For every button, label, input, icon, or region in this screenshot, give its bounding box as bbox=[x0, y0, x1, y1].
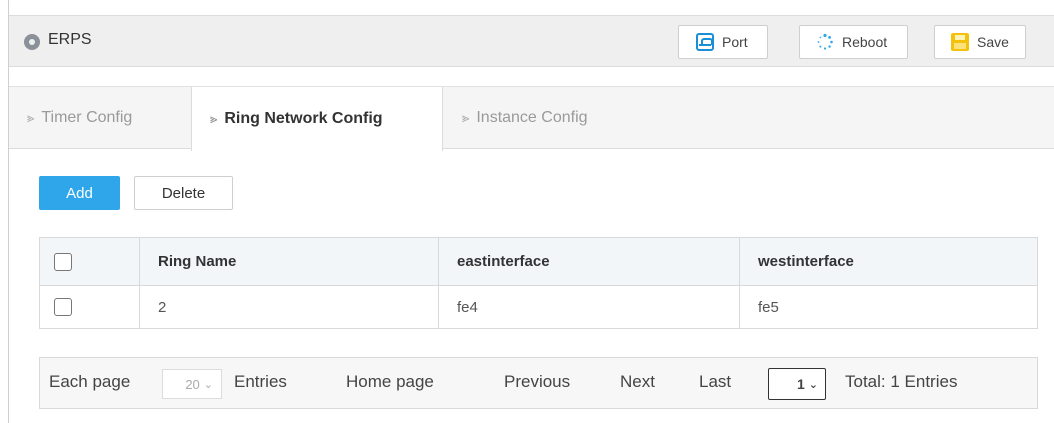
chevron-down-icon: ⌄ bbox=[808, 378, 818, 391]
port-button[interactable]: Port bbox=[678, 25, 768, 59]
location-pin-icon bbox=[24, 34, 40, 50]
port-button-label: Port bbox=[722, 34, 748, 50]
entries-label: Entries bbox=[234, 372, 287, 391]
column-header-westinterface[interactable]: westinterface bbox=[739, 237, 1038, 286]
page-number-value: 1 bbox=[796, 376, 805, 392]
chevron-right-icon: ⪢ bbox=[210, 111, 218, 126]
chevron-down-icon: ⌄ bbox=[203, 378, 213, 391]
home-page-link[interactable]: Home page bbox=[346, 372, 434, 392]
save-button[interactable]: Save bbox=[934, 25, 1026, 59]
select-all-cell bbox=[39, 237, 140, 286]
reboot-button-label: Reboot bbox=[842, 34, 888, 50]
cell-westinterface: fe5 bbox=[739, 285, 1038, 329]
page-title: ERPS bbox=[48, 31, 92, 48]
save-button-label: Save bbox=[977, 34, 1009, 50]
total-entries-label: Total: 1 Entries bbox=[845, 372, 958, 391]
page-size-select[interactable]: 20 ⌄ bbox=[162, 369, 222, 399]
page-size-value: 20 bbox=[185, 376, 200, 392]
delete-button[interactable]: Delete bbox=[134, 176, 233, 210]
config-tabs: ⪢ Timer Config ⪢ Ring Network Config ⪢ I… bbox=[9, 86, 1054, 151]
cell-ring-name: 2 bbox=[139, 285, 439, 329]
each-page-label: Each page bbox=[49, 372, 131, 391]
table-header-row: Ring Name eastinterface westinterface bbox=[39, 237, 1038, 286]
previous-link[interactable]: Previous bbox=[504, 372, 570, 392]
chevron-right-icon: ⪢ bbox=[462, 110, 470, 125]
reboot-spinner-icon bbox=[816, 33, 834, 51]
cell-eastinterface: fe4 bbox=[438, 285, 740, 329]
tab-label: Instance Config bbox=[476, 109, 588, 126]
panel-header: ERPS Port Reboot Save bbox=[9, 15, 1054, 67]
select-all-checkbox[interactable] bbox=[54, 252, 72, 271]
page-number-select[interactable]: 1 ⌄ bbox=[768, 368, 826, 400]
add-button[interactable]: Add bbox=[39, 176, 120, 210]
tab-ring-network-config[interactable]: ⪢ Ring Network Config bbox=[191, 87, 443, 151]
table-row[interactable]: 2 fe4 fe5 bbox=[39, 285, 1038, 329]
row-select-cell bbox=[39, 285, 140, 329]
tab-timer-config[interactable]: ⪢ Timer Config bbox=[9, 87, 187, 149]
tab-label: Ring Network Config bbox=[224, 110, 383, 127]
last-link[interactable]: Last bbox=[699, 372, 731, 392]
tab-instance-config[interactable]: ⪢ Instance Config bbox=[444, 87, 644, 149]
erps-panel: ERPS Port Reboot Save ⪢ Timer Config ⪢ R… bbox=[8, 0, 1054, 423]
row-checkbox[interactable] bbox=[54, 298, 72, 317]
pagination-bar: Each page 20 ⌄ Entries Home page Previou… bbox=[39, 357, 1038, 409]
tab-label: Timer Config bbox=[41, 109, 133, 126]
save-icon bbox=[951, 33, 969, 51]
next-link[interactable]: Next bbox=[620, 372, 655, 392]
chevron-right-icon: ⪢ bbox=[27, 110, 35, 125]
column-header-eastinterface[interactable]: eastinterface bbox=[438, 237, 740, 286]
column-header-ring-name[interactable]: Ring Name bbox=[139, 237, 439, 286]
reboot-button[interactable]: Reboot bbox=[799, 25, 908, 59]
ring-table: Ring Name eastinterface westinterface 2 … bbox=[39, 237, 1038, 329]
port-icon bbox=[696, 33, 714, 51]
